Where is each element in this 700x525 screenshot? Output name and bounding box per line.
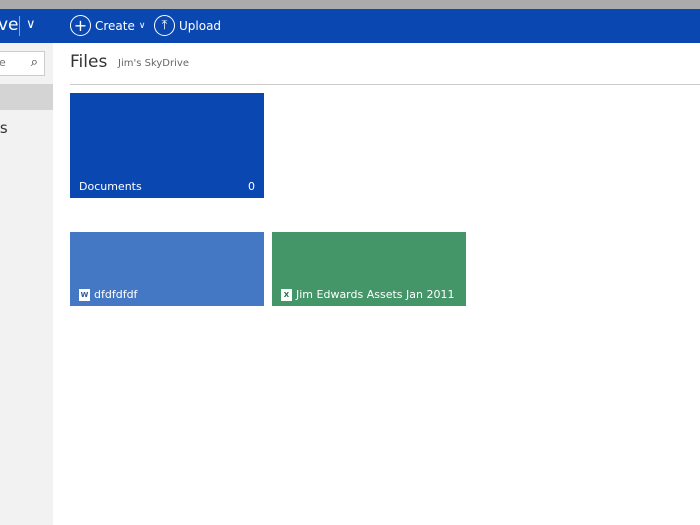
folder-name: Documents [79, 180, 142, 193]
sidebar-item[interactable]: ts [0, 119, 8, 137]
chevron-down-icon: ∨ [138, 20, 146, 31]
folder-count: 0 [248, 180, 255, 193]
window-top-strip [0, 0, 700, 9]
sidebar: e ⌕ ts [0, 43, 53, 525]
app-brand[interactable]: ve [0, 15, 19, 35]
file-tile[interactable]: Wdfdfdfdf [70, 232, 264, 306]
folder-tile-documents[interactable]: Documents 0 [70, 93, 264, 198]
search-placeholder: e [0, 56, 6, 69]
breadcrumb[interactable]: Jim's SkyDrive [118, 58, 189, 69]
create-label: Create [95, 18, 135, 33]
search-icon[interactable]: ⌕ [31, 55, 38, 70]
file-name: dfdfdfdf [94, 288, 138, 301]
search-input[interactable]: e ⌕ [0, 51, 45, 76]
upload-icon: ⤒ [154, 15, 175, 36]
excel-doc-icon: X [281, 288, 292, 301]
sidebar-item-selected[interactable] [0, 84, 53, 110]
upload-label: Upload [179, 18, 222, 33]
chevron-down-icon[interactable]: ∨ [26, 17, 36, 32]
create-button[interactable]: + Create ∨ [70, 15, 145, 36]
page-title: Files [70, 52, 108, 72]
file-name: Jim Edwards Assets Jan 2011 [296, 288, 455, 301]
plus-icon: + [70, 15, 91, 36]
file-tile[interactable]: X Jim Edwards Assets Jan 2011 [272, 232, 466, 306]
app-header: ve ∨ + Create ∨ ⤒ Upload [0, 9, 700, 43]
word-doc-icon: W [79, 288, 90, 301]
upload-button[interactable]: ⤒ Upload [154, 15, 221, 36]
divider [19, 16, 20, 36]
divider [70, 84, 700, 85]
